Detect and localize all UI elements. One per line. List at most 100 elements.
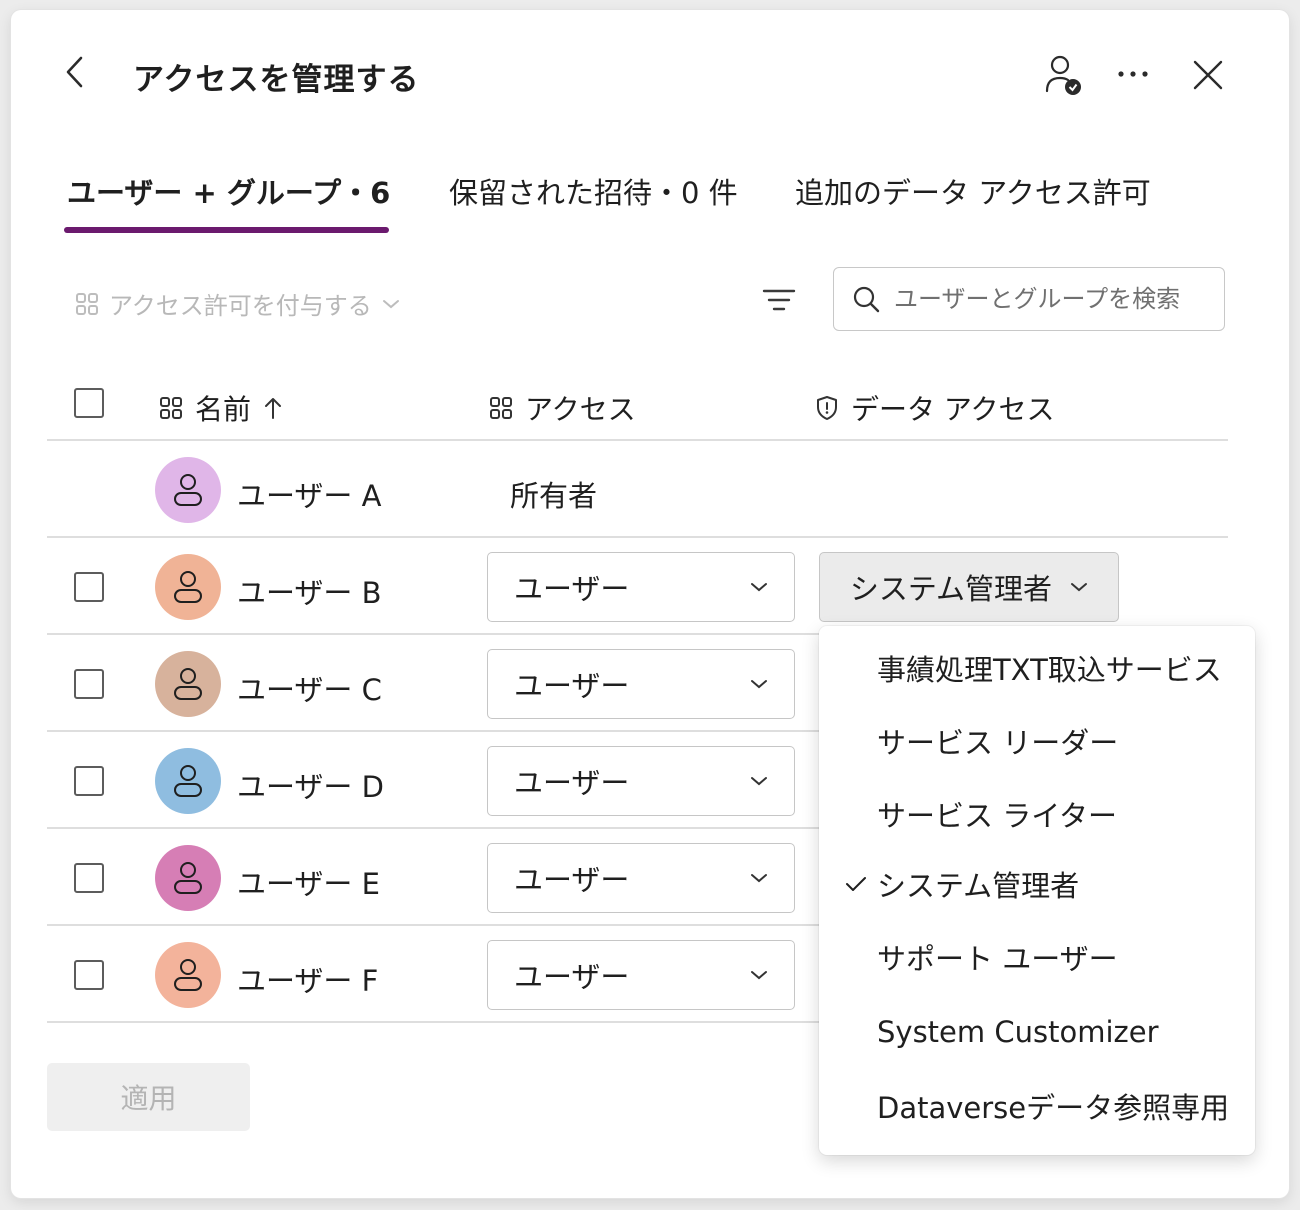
page-title: アクセスを管理する	[133, 62, 420, 98]
divider	[47, 633, 819, 635]
user-name: ユーザー C	[237, 673, 382, 707]
access-role-select[interactable]: ユーザー	[487, 746, 795, 816]
grid-icon	[160, 397, 182, 419]
row-checkbox[interactable]	[74, 572, 104, 602]
avatar	[155, 651, 221, 717]
search-icon	[853, 286, 880, 313]
column-header-data-access-label: データ アクセス	[851, 393, 1055, 426]
avatar	[155, 457, 221, 523]
chevron-down-icon	[751, 583, 767, 592]
menu-item[interactable]: 事績処理TXT取込サービス	[819, 636, 1255, 700]
person-icon	[174, 571, 202, 603]
access-role-value: ユーザー	[514, 960, 630, 994]
active-tab-indicator	[64, 227, 389, 233]
avatar	[155, 845, 221, 911]
chevron-down-icon	[1071, 583, 1088, 592]
menu-item-selected[interactable]: システム管理者	[819, 852, 1255, 916]
access-role-select[interactable]: ユーザー	[487, 843, 795, 913]
person-shield-icon	[1045, 55, 1081, 95]
select-all-checkbox[interactable]	[74, 388, 104, 418]
tab-users-groups[interactable]: ユーザー + グループ・6	[67, 170, 390, 212]
data-access-menu: 事績処理TXT取込サービス サービス リーダー サービス ライター システム管理…	[819, 626, 1255, 1155]
menu-item-label: 事績処理TXT取込サービス	[877, 653, 1222, 687]
ellipsis-icon	[1118, 71, 1148, 77]
person-icon	[174, 765, 202, 797]
close-icon	[1193, 60, 1223, 90]
divider	[47, 924, 819, 926]
menu-item-label: Dataverseデータ参照専用	[877, 1091, 1230, 1125]
tab-pending-invites[interactable]: 保留された招待・0 件	[449, 170, 738, 212]
arrow-up-icon	[265, 398, 282, 419]
access-role-select[interactable]: ユーザー	[487, 649, 795, 719]
grant-access-label: アクセス許可を付与する	[109, 292, 372, 320]
checkmark-icon	[839, 875, 873, 893]
divider	[47, 1021, 819, 1023]
menu-item[interactable]: System Customizer	[819, 1000, 1255, 1064]
chevron-down-icon	[751, 777, 767, 786]
chevron-down-icon	[751, 874, 767, 883]
shield-icon	[817, 396, 837, 420]
menu-item-label: サービス ライター	[877, 799, 1118, 833]
person-icon	[174, 959, 202, 991]
user-name: ユーザー E	[237, 867, 380, 901]
access-role-value: ユーザー	[514, 863, 630, 897]
search-box[interactable]	[833, 267, 1225, 331]
filter-button[interactable]	[757, 282, 801, 318]
chevron-down-icon	[382, 299, 399, 308]
grant-access-button[interactable]: アクセス許可を付与する	[75, 286, 400, 321]
chevron-down-icon	[751, 971, 767, 980]
divider	[47, 536, 1228, 538]
column-header-access-label: アクセス	[525, 393, 636, 426]
menu-item-label: System Customizer	[877, 1015, 1159, 1049]
chevron-left-icon	[66, 56, 83, 88]
apply-button[interactable]: 適用	[47, 1063, 250, 1131]
close-button[interactable]	[1187, 54, 1229, 96]
access-role-value: ユーザー	[514, 669, 630, 703]
grid-icon	[490, 397, 512, 419]
menu-item[interactable]: サポート ユーザー	[819, 925, 1255, 989]
column-header-data-access[interactable]: データ アクセス	[815, 388, 1055, 428]
menu-item[interactable]: Dataverseデータ参照専用	[819, 1074, 1255, 1138]
menu-item[interactable]: サービス ライター	[819, 782, 1255, 846]
row-checkbox[interactable]	[74, 863, 104, 893]
row-checkbox[interactable]	[74, 766, 104, 796]
user-name: ユーザー F	[237, 964, 379, 998]
data-access-value: システム管理者	[849, 572, 1053, 606]
chevron-down-icon	[751, 680, 767, 689]
menu-item-label: サービス リーダー	[877, 726, 1119, 760]
access-value: 所有者	[510, 479, 598, 513]
access-role-value: ユーザー	[514, 572, 630, 606]
user-name: ユーザー B	[237, 576, 382, 610]
menu-item-label: サポート ユーザー	[877, 942, 1118, 976]
more-options-button[interactable]	[1113, 56, 1153, 92]
back-button[interactable]	[55, 52, 95, 92]
column-header-name-label: 名前	[195, 393, 252, 426]
user-name: ユーザー D	[237, 770, 384, 804]
user-name: ユーザー A	[237, 479, 382, 513]
access-role-select[interactable]: ユーザー	[487, 940, 795, 1010]
divider	[47, 827, 819, 829]
column-header-access[interactable]: アクセス	[489, 388, 636, 428]
person-icon	[174, 474, 202, 506]
access-role-value: ユーザー	[514, 766, 630, 800]
filter-icon	[762, 289, 796, 311]
person-icon	[174, 668, 202, 700]
tab-additional-data-access[interactable]: 追加のデータ アクセス許可	[795, 170, 1151, 212]
manage-access-panel: アクセスを管理する ユーザー + グループ・6 保留された招待・0 件 追加のデ…	[11, 10, 1289, 1198]
divider	[47, 439, 1228, 441]
avatar	[155, 554, 221, 620]
row-checkbox[interactable]	[74, 960, 104, 990]
search-input[interactable]	[892, 284, 1216, 314]
data-access-dropdown[interactable]: システム管理者	[819, 552, 1119, 622]
access-role-select[interactable]: ユーザー	[487, 552, 795, 622]
column-header-name[interactable]: 名前	[159, 388, 283, 428]
divider	[47, 730, 819, 732]
menu-item-label: システム管理者	[877, 869, 1080, 903]
avatar	[155, 748, 221, 814]
grid-icon	[76, 292, 98, 315]
row-checkbox[interactable]	[74, 669, 104, 699]
avatar	[155, 942, 221, 1008]
person-icon	[174, 862, 202, 894]
menu-item[interactable]: サービス リーダー	[819, 709, 1255, 773]
manage-permissions-button[interactable]	[1041, 52, 1087, 98]
